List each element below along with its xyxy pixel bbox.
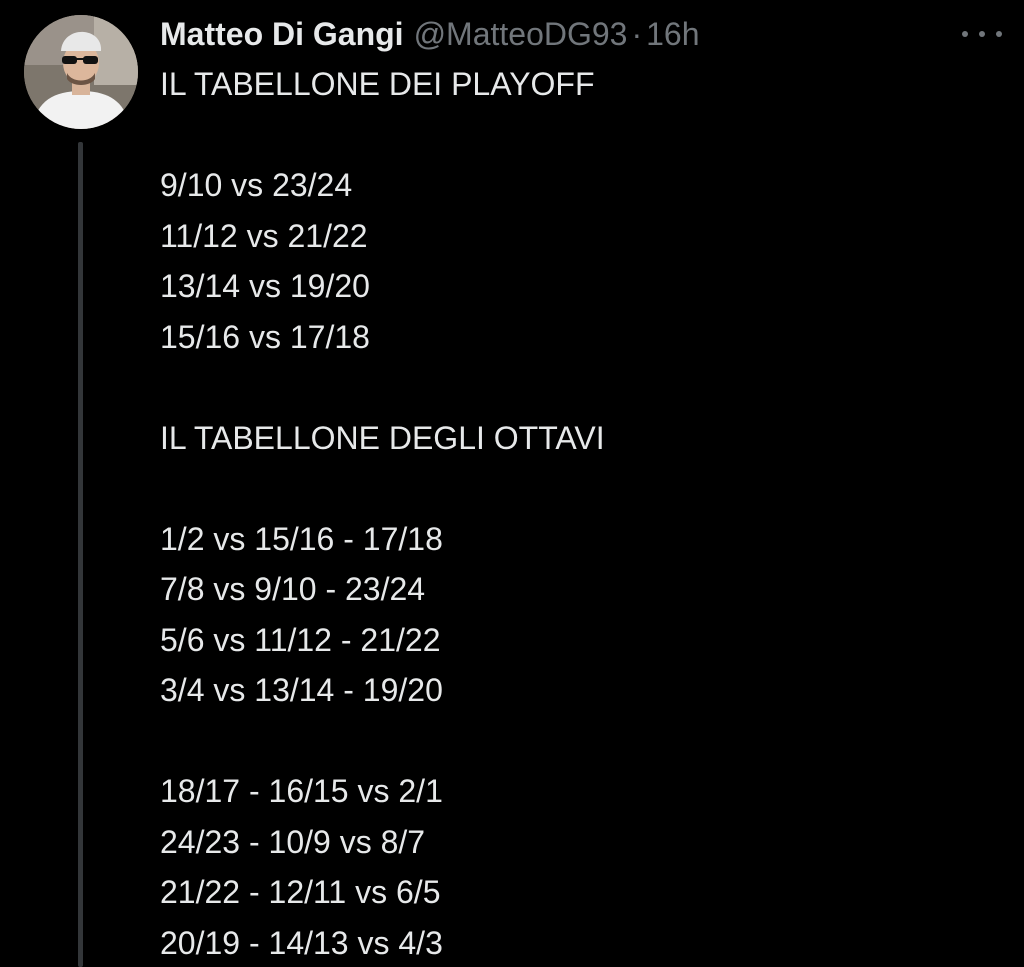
text-line: 15/16 vs 17/18 xyxy=(160,318,370,355)
tweet[interactable]: Matteo Di Gangi @MatteoDG93 · 16h IL TAB… xyxy=(0,0,1024,967)
timestamp[interactable]: 16h xyxy=(646,12,699,56)
avatar[interactable] xyxy=(24,15,138,129)
author-name[interactable]: Matteo Di Gangi xyxy=(160,12,404,56)
text-line: 18/17 - 16/15 vs 2/1 xyxy=(160,773,443,809)
text-line xyxy=(160,362,1000,413)
text-line: 5/6 vs 11/12 - 21/22 xyxy=(160,621,441,658)
text-line: IL TABELLONE DEI PLAYOFF xyxy=(160,66,595,102)
separator-dot: · xyxy=(631,16,643,52)
text-line xyxy=(160,110,1000,161)
text-line xyxy=(160,463,1000,514)
text-line: 1/2 vs 15/16 - 17/18 xyxy=(160,520,443,557)
text-line: 11/12 vs 21/22 xyxy=(160,217,368,254)
author-handle[interactable]: @MatteoDG93 xyxy=(414,12,628,56)
text-line: 21/22 - 12/11 vs 6/5 xyxy=(160,874,441,910)
text-line xyxy=(160,716,1000,767)
text-line: IL TABELLONE DEGLI OTTAVI xyxy=(160,419,605,456)
text-line: 9/10 vs 23/24 xyxy=(160,167,353,203)
tweet-text: IL TABELLONE DEI PLAYOFF 9/10 vs 23/24 1… xyxy=(160,59,1000,967)
text-line: 13/14 vs 19/20 xyxy=(160,268,370,304)
avatar-image xyxy=(24,15,138,129)
text-line: 3/4 vs 13/14 - 19/20 xyxy=(160,672,443,708)
tweet-header: Matteo Di Gangi @MatteoDG93 · 16h xyxy=(160,12,700,56)
more-horizontal-icon[interactable] xyxy=(962,24,1002,44)
text-line: 20/19 - 14/13 vs 4/3 xyxy=(160,924,443,961)
text-line: 7/8 vs 9/10 - 23/24 xyxy=(160,571,426,607)
thread-line xyxy=(78,142,83,967)
text-line: 24/23 - 10/9 vs 8/7 xyxy=(160,823,426,860)
